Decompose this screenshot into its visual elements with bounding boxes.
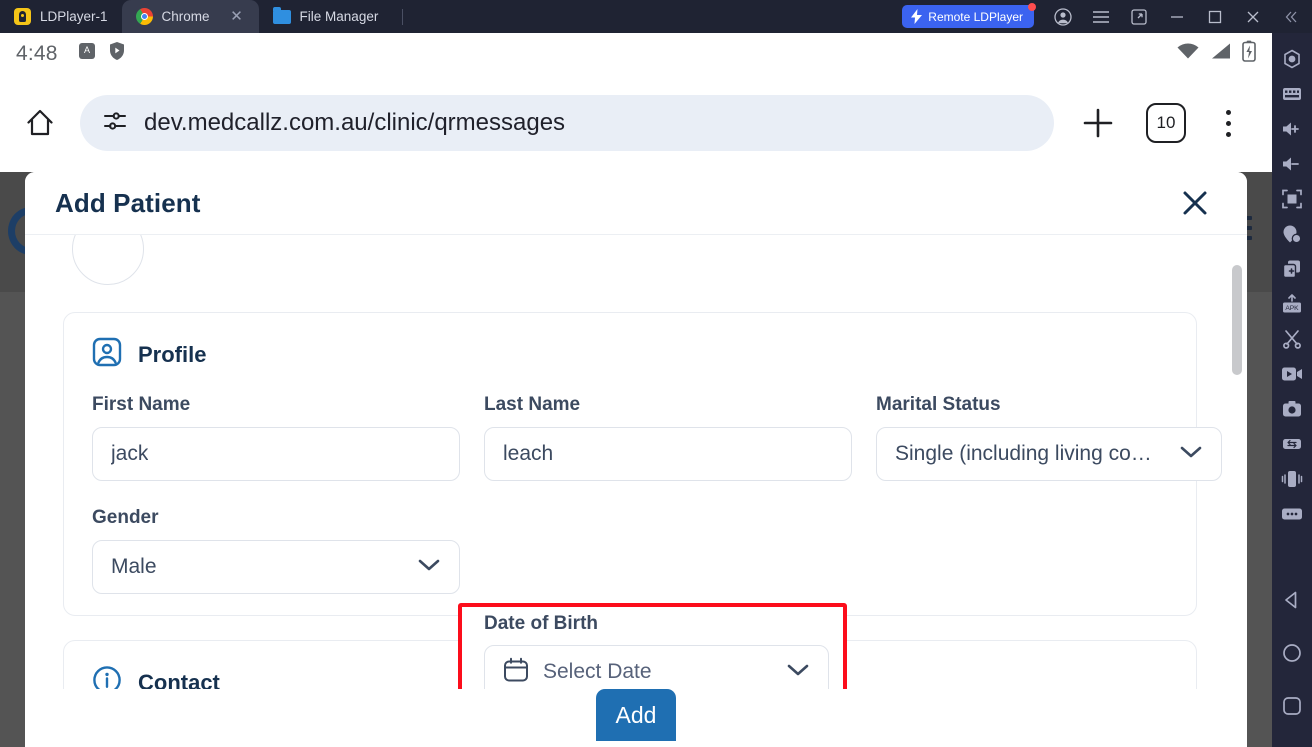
kebab-dot: [1225, 131, 1231, 137]
kebab-dot: [1225, 109, 1231, 115]
scissors-icon[interactable]: [1272, 321, 1312, 356]
page-title: Add Patient: [55, 187, 201, 218]
record-icon[interactable]: [1272, 356, 1312, 391]
first-name-value: jack: [111, 442, 149, 465]
tab-counter-button[interactable]: 10: [1146, 103, 1186, 143]
profile-section: Profile First Name jack Last Name leach: [63, 312, 1222, 616]
profile-row-2: Gender Male: [64, 507, 1196, 594]
marital-status-field-group: Marital Status Single (including living …: [876, 394, 1222, 481]
plus-icon[interactable]: [1070, 95, 1126, 151]
shake-icon[interactable]: [1272, 41, 1312, 76]
install-apk-icon[interactable]: APK: [1272, 286, 1312, 321]
first-name-field-group: First Name jack: [92, 394, 460, 481]
add-button[interactable]: Add: [596, 689, 676, 741]
rotate-icon[interactable]: [1272, 426, 1312, 461]
menu-icon[interactable]: [1084, 0, 1118, 33]
more-icon[interactable]: [1272, 496, 1312, 531]
chevron-down-icon: [417, 557, 441, 578]
calendar-icon: [503, 657, 529, 688]
marital-status-label: Marital Status: [876, 394, 1001, 415]
fullscreen-icon[interactable]: [1272, 181, 1312, 216]
home-icon[interactable]: [1272, 635, 1312, 670]
ldplayer-tab-file-manager[interactable]: File Manager: [259, 0, 393, 33]
svg-text:APK: APK: [1285, 305, 1299, 312]
ldplayer-logo-icon: [14, 8, 31, 25]
date-of-birth-value: Select Date: [543, 660, 652, 683]
profile-section-title: Profile: [138, 341, 207, 367]
gender-value: Male: [111, 555, 157, 578]
shield-play-icon: [108, 41, 126, 66]
keyboard-mapping-icon[interactable]: [1272, 76, 1312, 111]
close-icon[interactable]: [1173, 181, 1217, 225]
collapse-icon[interactable]: [1274, 0, 1308, 33]
signal-icon: [1210, 42, 1232, 65]
volume-up-icon[interactable]: [1272, 111, 1312, 146]
minimize-icon[interactable]: [1160, 0, 1194, 33]
window-controls: Remote LDPlayer: [902, 0, 1312, 33]
ldplayer-tab-label: LDPlayer-1: [40, 9, 108, 24]
folder-icon: [272, 6, 291, 24]
app-badge-icon: A: [78, 42, 96, 65]
marital-status-select[interactable]: Single (including living co…: [876, 427, 1222, 481]
profile-section-header: Profile: [64, 313, 1196, 372]
chrome-logo-icon: [135, 8, 153, 25]
modal-footer: Add: [25, 689, 1247, 747]
ldplayer-tab-label: Chrome: [161, 9, 210, 24]
remote-ldplayer-button[interactable]: Remote LDPlayer: [902, 3, 1036, 28]
close-icon[interactable]: ✕: [229, 9, 245, 24]
ldplayer-tab-label: File Manager: [299, 9, 379, 24]
profile-person-icon: [92, 337, 122, 372]
tab-count-label: 10: [1156, 113, 1176, 132]
last-name-input[interactable]: leach: [484, 427, 852, 481]
gender-select[interactable]: Male: [92, 540, 460, 594]
status-clock: 4:48: [16, 41, 58, 65]
date-of-birth-label: Date of Birth: [484, 613, 598, 634]
close-icon[interactable]: [1236, 0, 1270, 33]
location-icon[interactable]: [1272, 216, 1312, 251]
android-screen: 4:48 A dev.medcallz.com.au/clinic/qrmess…: [0, 33, 1272, 747]
home-icon[interactable]: [16, 99, 64, 147]
omnibox[interactable]: dev.medcallz.com.au/clinic/qrmessages: [80, 95, 1054, 151]
remote-ldplayer-label: Remote LDPlayer: [928, 9, 1023, 24]
add-patient-modal: Add Patient Profile First Name jack Last…: [25, 172, 1247, 747]
chevron-down-icon: [1179, 444, 1203, 465]
ldplayer-sidebar: APK: [1272, 33, 1312, 747]
maximize-icon[interactable]: [1198, 0, 1232, 33]
battery-charging-icon: [1242, 40, 1256, 67]
gender-label: Gender: [92, 507, 159, 528]
chrome-toolbar: dev.medcallz.com.au/clinic/qrmessages 10: [0, 74, 1272, 172]
marital-status-value: Single (including living co…: [895, 442, 1152, 465]
kebab-dot: [1225, 120, 1231, 126]
screenshot-icon[interactable]: [1272, 391, 1312, 426]
ldplayer-tab-chrome[interactable]: Chrome ✕: [121, 0, 259, 33]
chevron-down-icon: [786, 662, 810, 683]
notification-dot: [1028, 3, 1036, 11]
last-name-label: Last Name: [484, 394, 581, 415]
back-icon[interactable]: [1272, 582, 1312, 617]
last-name-value: leach: [503, 442, 554, 465]
volume-down-icon[interactable]: [1272, 146, 1312, 181]
ldplayer-titlebar: LDPlayer-1 Chrome ✕ File Manager Remote …: [0, 0, 1312, 33]
gender-field-group: Gender Male: [92, 507, 460, 594]
svg-text:A: A: [84, 45, 90, 55]
tab-divider: [402, 9, 404, 25]
address-bar-url[interactable]: dev.medcallz.com.au/clinic/qrmessages: [144, 109, 565, 137]
site-settings-icon[interactable]: [102, 108, 128, 139]
modal-scrollbar[interactable]: [1232, 265, 1242, 375]
lightning-icon: [911, 9, 923, 24]
wifi-icon: [1176, 42, 1200, 65]
last-name-field-group: Last Name leach: [484, 394, 852, 481]
multi-instance-icon[interactable]: [1272, 251, 1312, 286]
profile-row-1: First Name jack Last Name leach Marital …: [64, 394, 1222, 481]
recents-icon[interactable]: [1272, 688, 1312, 723]
first-name-input[interactable]: jack: [92, 427, 460, 481]
shake-device-icon[interactable]: [1272, 461, 1312, 496]
modal-header: Add Patient: [25, 172, 1247, 235]
account-icon[interactable]: [1046, 0, 1080, 33]
kebab-menu-icon[interactable]: [1200, 95, 1256, 151]
first-name-label: First Name: [92, 394, 191, 415]
ldplayer-tab-ldplayer1[interactable]: LDPlayer-1: [0, 0, 122, 33]
android-status-bar: 4:48 A: [0, 33, 1272, 74]
restore-icon[interactable]: [1122, 0, 1156, 33]
